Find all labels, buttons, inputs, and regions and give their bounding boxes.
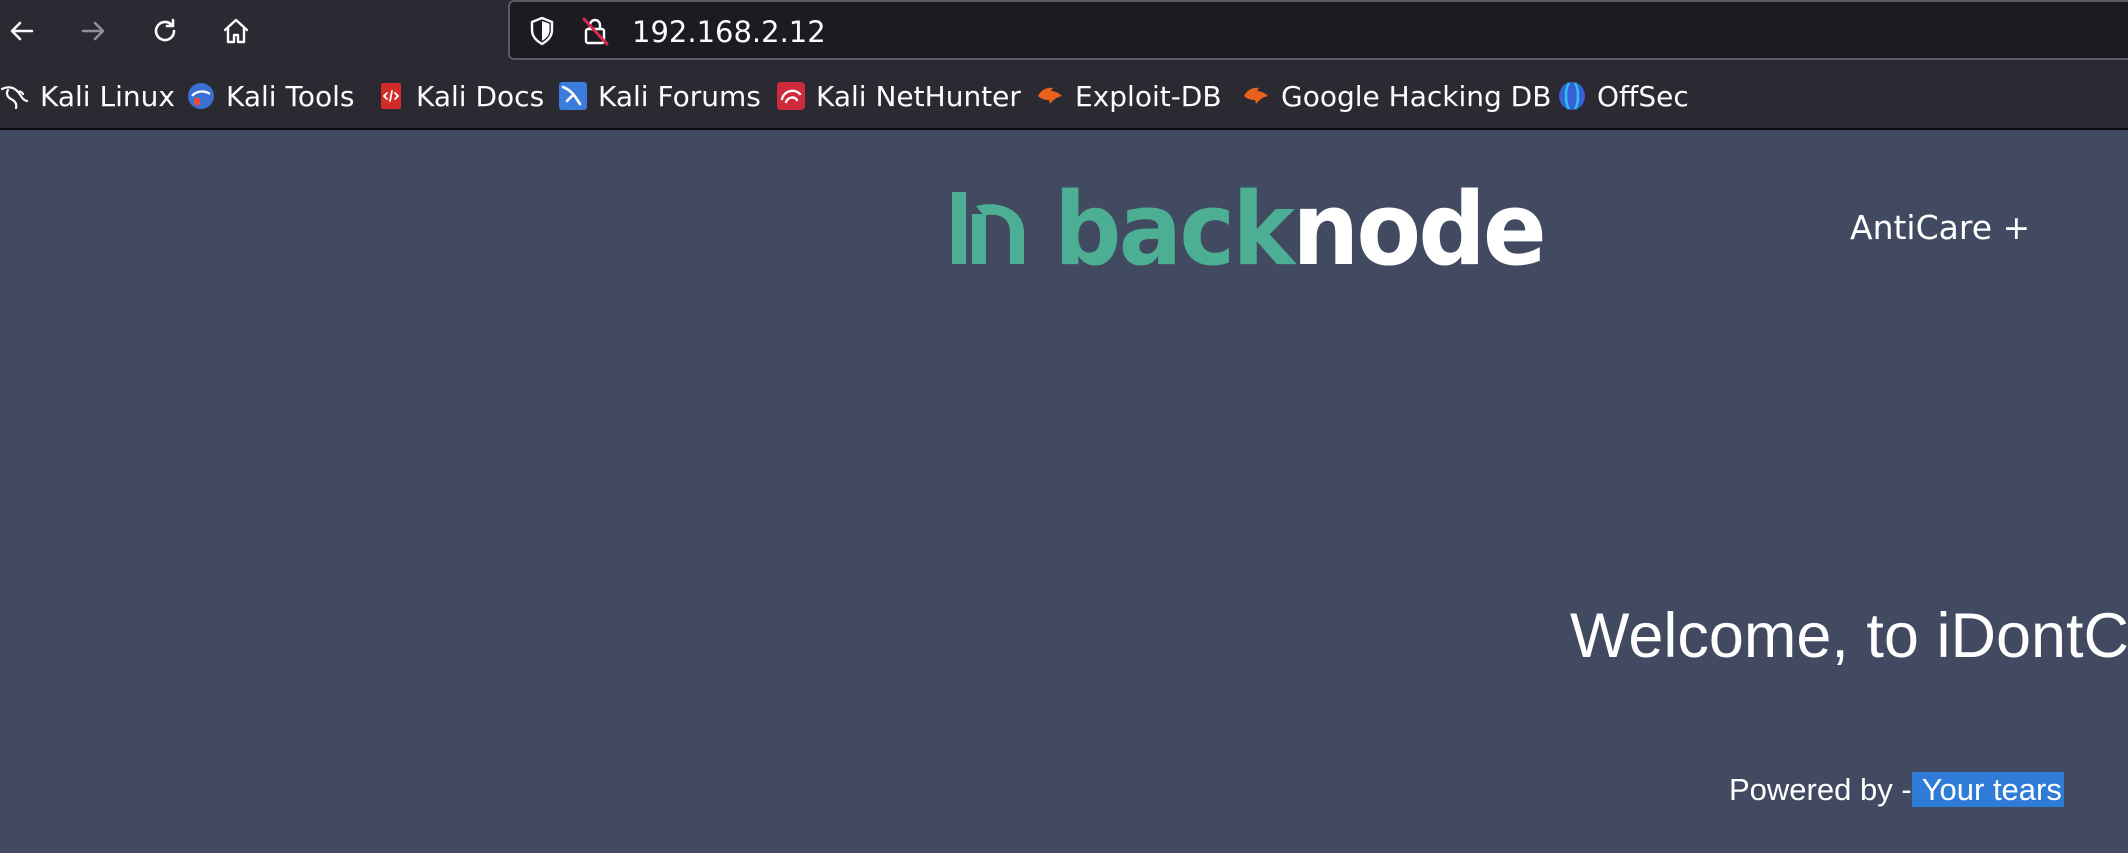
offsec-icon (1559, 82, 1585, 110)
bookmark-kali-docs[interactable]: Kali Docs (376, 78, 544, 114)
anticare-nav-link[interactable]: AntiCare + (1850, 206, 2030, 250)
bookmark-kali-tools[interactable]: Kali Tools (186, 78, 354, 114)
arrow-left-icon (10, 21, 34, 41)
bookmark-label: Exploit-DB (1075, 79, 1222, 113)
ghdb-icon (1244, 87, 1268, 104)
kali-tools-icon (188, 83, 214, 109)
bookmark-label: Kali Docs (416, 79, 545, 113)
bookmark-label: Kali NetHunter (816, 79, 1021, 113)
home-button[interactable] (214, 9, 258, 53)
kali-docs-icon (381, 83, 401, 109)
bookmark-kali-linux[interactable]: Kali Linux (0, 78, 175, 114)
insecure-lock-icon[interactable] (579, 15, 611, 47)
bookmark-label: Kali Forums (598, 79, 761, 113)
bookmark-label: Kali Linux (40, 79, 175, 113)
bookmark-label: Google Hacking DB (1281, 79, 1552, 113)
bookmark-kali-nethunter[interactable]: Kali NetHunter (776, 78, 1021, 114)
exploit-db-icon (1038, 87, 1062, 104)
reload-button[interactable] (143, 9, 187, 53)
home-icon (223, 18, 249, 44)
backnode-logo[interactable]: backnode (950, 186, 1550, 270)
browser-toolbar: 192.168.2.12 (0, 0, 2128, 62)
backnode-mark-icon (952, 192, 1024, 264)
nethunter-icon (777, 82, 805, 110)
url-bar[interactable]: 192.168.2.12 (508, 0, 2128, 60)
bookmark-offsec[interactable]: OffSec (1557, 78, 1689, 114)
logo-text-node: node (1292, 186, 1544, 270)
arrow-right-icon (81, 21, 105, 41)
bookmark-kali-forums[interactable]: Kali Forums (558, 78, 761, 114)
powered-by-selected-text: Your tears (1911, 772, 2064, 807)
welcome-heading: Welcome, to iDontC (1570, 601, 2128, 671)
bookmarks-bar: Kali Linux Kali Tools Kali Docs Kali For… (0, 62, 2128, 130)
reload-icon (154, 18, 176, 42)
shield-icon[interactable] (526, 15, 558, 47)
back-button[interactable] (0, 9, 44, 53)
bookmark-label: OffSec (1597, 79, 1689, 113)
powered-by-line: Powered by - Your tears (1729, 770, 2064, 810)
svg-text:backnode: backnode (1054, 186, 1544, 270)
forward-button[interactable] (71, 9, 115, 53)
powered-by-prefix: Powered by - (1729, 772, 1912, 807)
logo-text-back: back (1054, 186, 1298, 270)
kali-forums-icon (559, 82, 587, 110)
bookmark-google-hacking-db[interactable]: Google Hacking DB (1241, 78, 1551, 114)
kali-dragon-icon (0, 86, 29, 110)
bookmark-exploit-db[interactable]: Exploit-DB (1035, 78, 1222, 114)
bookmark-label: Kali Tools (226, 79, 355, 113)
url-text[interactable]: 192.168.2.12 (632, 13, 826, 51)
